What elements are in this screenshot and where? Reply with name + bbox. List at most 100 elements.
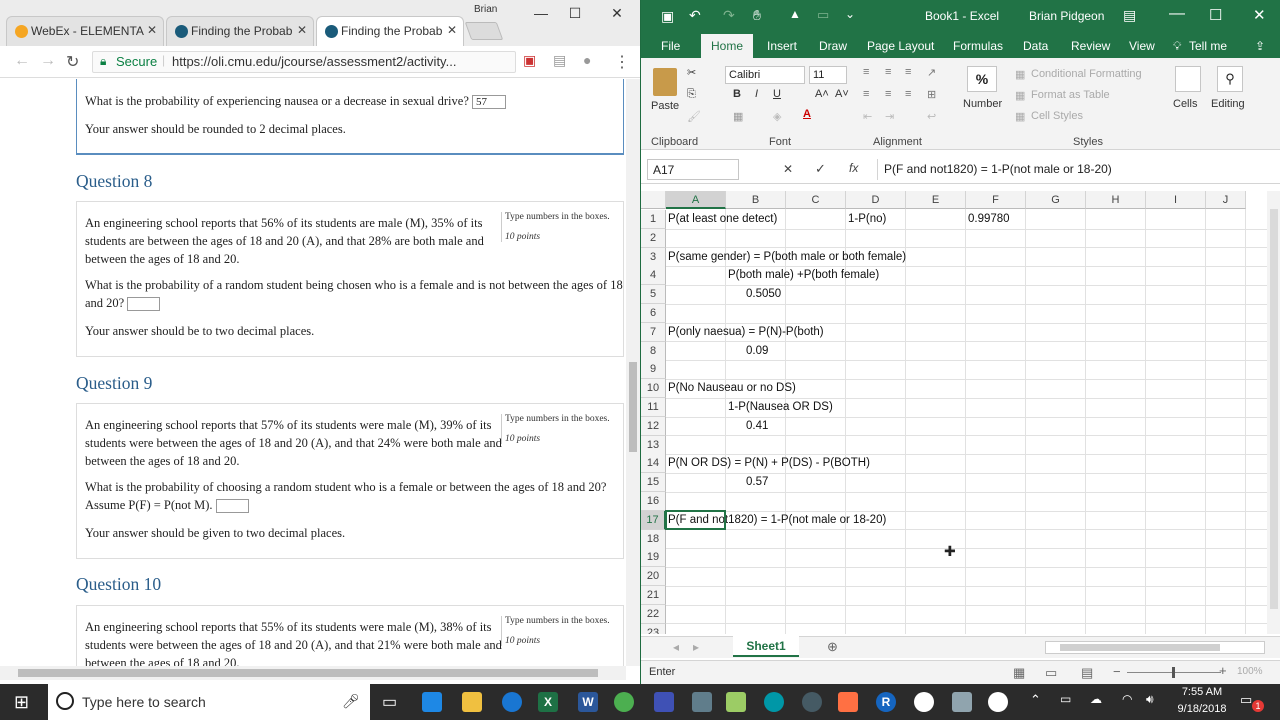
paste-button[interactable]: Paste xyxy=(651,100,679,112)
row-header[interactable]: 10 xyxy=(641,379,666,399)
formula-input[interactable]: P(F and not1820) = 1-P(not male or 18-20… xyxy=(877,159,1275,180)
editing-button[interactable]: Editing xyxy=(1211,98,1245,110)
notifications-icon[interactable]: ▭ xyxy=(1240,692,1252,708)
align-bottom-icon[interactable]: ≡ xyxy=(905,66,911,78)
zoom-thumb[interactable] xyxy=(1172,667,1175,678)
row-header[interactable]: 7 xyxy=(641,322,666,342)
question-8-answer-input[interactable] xyxy=(127,297,161,312)
align-top-icon[interactable]: ≡ xyxy=(863,66,869,78)
italic-icon[interactable]: I xyxy=(755,88,758,100)
underline-icon[interactable]: U xyxy=(773,88,781,100)
cell-f1[interactable]: 0.99780 xyxy=(966,210,1010,229)
excel-icon[interactable]: X xyxy=(538,692,558,712)
column-header[interactable]: H xyxy=(1086,191,1146,209)
edge-icon[interactable] xyxy=(502,692,522,712)
enter-icon[interactable]: ✓ xyxy=(815,161,826,177)
font-name-select[interactable]: Calibri xyxy=(725,66,805,84)
row-header[interactable]: 13 xyxy=(641,435,666,455)
align-left-icon[interactable]: ≡ xyxy=(863,88,869,100)
minimize-icon[interactable]: — xyxy=(1169,5,1185,23)
borders-icon[interactable]: ▦ xyxy=(733,110,743,123)
row-header[interactable]: 23 xyxy=(641,623,666,634)
cell-a1[interactable]: P(at least one detect) xyxy=(666,210,777,229)
app-icon[interactable] xyxy=(764,692,784,712)
page-layout-view-icon[interactable]: ▭ xyxy=(1045,665,1057,681)
column-header[interactable]: A xyxy=(666,191,726,209)
row-header[interactable]: 5 xyxy=(641,285,666,305)
column-header[interactable]: G xyxy=(1026,191,1086,209)
cell-a10[interactable]: P(No Nauseau or no DS) xyxy=(666,379,796,398)
extension-icon[interactable]: ▣ xyxy=(523,52,536,69)
tab-webex[interactable]: WebEx - ELEMENTA ✕ xyxy=(6,16,164,46)
format-table-icon[interactable]: ▦ xyxy=(1015,89,1025,102)
tab-review[interactable]: Review xyxy=(1071,39,1110,53)
cell-b15[interactable]: 0.57 xyxy=(744,473,768,492)
name-box[interactable]: A17 xyxy=(647,159,739,180)
row-header[interactable]: 18 xyxy=(641,529,666,549)
column-header[interactable]: C xyxy=(786,191,846,209)
sort-up-icon[interactable]: ▲ xyxy=(789,7,801,21)
grow-font-icon[interactable]: A˄ xyxy=(815,88,829,100)
zoom-in-icon[interactable]: + xyxy=(1219,663,1227,678)
conditional-formatting-button[interactable]: Conditional Formatting xyxy=(1031,68,1142,80)
app-icon[interactable] xyxy=(726,692,746,712)
row-header[interactable]: 12 xyxy=(641,416,666,436)
app-icon[interactable] xyxy=(838,692,858,712)
app-icon[interactable] xyxy=(914,692,934,712)
row-header[interactable]: 20 xyxy=(641,567,666,587)
start-icon[interactable]: ⊞ xyxy=(14,692,29,713)
align-right-icon[interactable]: ≡ xyxy=(905,88,911,100)
taskbar-search[interactable]: Type here to search 🎤︎ xyxy=(48,684,370,720)
redo-icon[interactable]: ↷ xyxy=(723,7,735,24)
cell-b5[interactable]: 0.5050 xyxy=(744,285,781,304)
cells-button[interactable]: Cells xyxy=(1173,98,1197,110)
tab-finding-1[interactable]: Finding the Probab ✕ xyxy=(166,16,314,46)
scroll-thumb[interactable] xyxy=(1060,644,1220,651)
tray-icon[interactable]: ☁ xyxy=(1090,692,1102,706)
account-name[interactable]: Brian Pidgeon xyxy=(1029,9,1104,23)
row-header[interactable]: 17 xyxy=(641,510,666,530)
column-header[interactable]: I xyxy=(1146,191,1206,209)
app-icon[interactable] xyxy=(802,692,822,712)
new-doc-icon[interactable]: ▭ xyxy=(817,7,829,23)
page-horizontal-scrollbar[interactable] xyxy=(0,666,626,680)
url-text[interactable]: https://oli.cmu.edu/jcourse/assessment2/… xyxy=(172,54,456,69)
reload-icon[interactable]: ↻ xyxy=(66,52,79,72)
wrap-text-icon[interactable]: ↩ xyxy=(927,110,936,123)
align-center-icon[interactable]: ≡ xyxy=(885,88,891,100)
question-7-answer-input[interactable]: 57 xyxy=(472,95,506,110)
row-header[interactable]: 22 xyxy=(641,604,666,624)
app-icon[interactable] xyxy=(692,692,712,712)
word-icon[interactable]: W xyxy=(578,692,598,712)
cut-icon[interactable]: ✂ xyxy=(687,66,696,79)
column-header[interactable]: J xyxy=(1206,191,1246,209)
tab-draw[interactable]: Draw xyxy=(819,39,847,53)
row-header[interactable]: 3 xyxy=(641,247,666,267)
row-header[interactable]: 11 xyxy=(641,398,666,417)
app-icon[interactable] xyxy=(988,692,1008,712)
tab-page-layout[interactable]: Page Layout xyxy=(867,39,934,53)
cell-a7[interactable]: P(only naesua) = P(N)-P(both) xyxy=(666,323,824,342)
indent-icon[interactable]: ⇤ xyxy=(863,110,872,123)
cell-b12[interactable]: 0.41 xyxy=(744,417,768,436)
clock-time[interactable]: 7:55 AM xyxy=(1174,686,1230,698)
cancel-icon[interactable]: ✕ xyxy=(783,162,793,176)
share-icon[interactable]: ⇪ xyxy=(1255,39,1265,53)
format-painter-icon[interactable]: 🖌︎ xyxy=(687,110,701,123)
store-icon[interactable] xyxy=(422,692,442,712)
new-tab-button[interactable] xyxy=(464,22,504,40)
page-vertical-scrollbar[interactable] xyxy=(626,79,640,666)
cell-styles-button[interactable]: Cell Styles xyxy=(1031,110,1083,122)
question-9-answer-input[interactable] xyxy=(215,499,249,514)
chrome-icon[interactable] xyxy=(614,692,634,712)
tab-data[interactable]: Data xyxy=(1023,39,1048,53)
cell-b8[interactable]: 0.09 xyxy=(744,342,768,361)
close-tab-icon[interactable]: ✕ xyxy=(447,23,457,37)
find-icon[interactable]: ⚲ xyxy=(1217,66,1243,92)
cell-a14[interactable]: P(N OR DS) = P(N) + P(DS) - P(BOTH) xyxy=(666,454,870,473)
fill-color-icon[interactable]: ◈ xyxy=(773,110,781,123)
mail-icon[interactable] xyxy=(952,692,972,712)
wifi-icon[interactable]: ◠ xyxy=(1122,692,1132,706)
zoom-out-icon[interactable]: − xyxy=(1113,664,1121,679)
sheet-tab-sheet1[interactable]: Sheet1 xyxy=(733,636,799,657)
